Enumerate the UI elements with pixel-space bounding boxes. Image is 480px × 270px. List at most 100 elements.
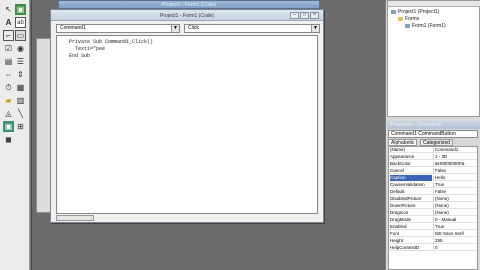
textbox-tool-icon[interactable]: ab bbox=[15, 17, 26, 28]
code-window-title: Project1 - Form1 (Code) bbox=[160, 13, 214, 19]
property-value[interactable]: MS Sans Serif bbox=[433, 231, 477, 237]
property-row[interactable]: Cancel False bbox=[389, 168, 477, 174]
ole-tool-icon[interactable]: ◼ bbox=[3, 134, 14, 145]
pointer-tool-icon[interactable]: ↖ bbox=[3, 4, 14, 15]
chevron-down-icon[interactable]: ▼ bbox=[311, 25, 319, 32]
frame-tool-icon[interactable]: ⌐ bbox=[3, 30, 14, 41]
close-icon[interactable]: × bbox=[310, 12, 319, 19]
property-row[interactable]: CausesValidation True bbox=[389, 182, 477, 188]
shape-tool-icon[interactable]: ◬ bbox=[3, 108, 14, 119]
property-row[interactable]: Height 255 bbox=[389, 238, 477, 244]
tree-item-forms[interactable]: Forms bbox=[398, 16, 419, 22]
property-row[interactable]: Enabled True bbox=[389, 224, 477, 230]
vscrollbar-tool-icon[interactable]: ⇕ bbox=[15, 69, 26, 80]
property-name: Cancel bbox=[390, 168, 405, 173]
property-name: DragMode bbox=[390, 217, 412, 222]
property-name: Appearance bbox=[390, 154, 415, 159]
object-combo[interactable]: Command1 ▼ bbox=[56, 24, 180, 33]
property-value[interactable]: 0 bbox=[433, 245, 477, 251]
property-value[interactable]: (None) bbox=[433, 203, 477, 209]
data-tool-icon[interactable]: ⊞ bbox=[15, 121, 26, 132]
code-window: Project1 - Form1 (Code) – □ × Command1 ▼… bbox=[50, 9, 324, 223]
image-tool-icon[interactable]: ▣ bbox=[3, 121, 14, 132]
procedure-combo-value: Click bbox=[188, 25, 199, 31]
tab-alphabetic[interactable]: Alphabetic bbox=[388, 139, 418, 146]
picturebox-tool-icon[interactable]: ▣ bbox=[15, 4, 26, 15]
tree-label: Project1 (Project1) bbox=[398, 9, 440, 15]
tree-label: Forms bbox=[405, 16, 420, 22]
property-name: CausesValidation bbox=[390, 182, 425, 187]
property-name: DownPicture bbox=[390, 203, 416, 208]
tree-label: Form1 (Form1) bbox=[412, 23, 446, 29]
property-row[interactable]: DragIcon (None) bbox=[389, 210, 477, 216]
hscrollbar-tool-icon[interactable]: ⇔ bbox=[3, 69, 14, 80]
property-value[interactable]: False bbox=[433, 189, 477, 195]
tab-categorized[interactable]: Categorized bbox=[420, 139, 453, 146]
properties-tabs: Alphabetic Categorized bbox=[388, 139, 478, 146]
property-name: DisabledPicture bbox=[390, 196, 422, 201]
property-row[interactable]: BackColor &H8000000F& bbox=[389, 161, 477, 167]
code-line: End Sub bbox=[69, 53, 91, 59]
property-row[interactable]: Font MS Sans Serif bbox=[389, 231, 477, 237]
filelistbox-tool-icon[interactable]: ▥ bbox=[15, 95, 26, 106]
combobox-tool-icon[interactable]: ▤ bbox=[3, 56, 14, 67]
property-value[interactable]: 0 - Manual bbox=[433, 217, 477, 223]
property-name: HelpContextID bbox=[390, 245, 420, 250]
property-row[interactable]: (Name) Command1 bbox=[389, 147, 477, 153]
tree-item-form1[interactable]: Form1 (Form1) bbox=[405, 23, 446, 29]
property-value[interactable]: (None) bbox=[433, 210, 477, 216]
property-name: (Name) bbox=[390, 147, 406, 152]
project-icon bbox=[391, 9, 396, 14]
maximize-icon[interactable]: □ bbox=[300, 12, 309, 19]
label-tool-icon[interactable]: A bbox=[3, 17, 14, 28]
property-name: Height bbox=[390, 238, 404, 243]
commandbutton-tool-icon[interactable]: ▭ bbox=[15, 30, 26, 41]
property-row[interactable]: DownPicture (None) bbox=[389, 203, 477, 209]
property-name: Enabled bbox=[390, 224, 407, 229]
property-value[interactable]: 255 bbox=[433, 238, 477, 244]
property-value[interactable]: True bbox=[433, 182, 477, 188]
property-value[interactable]: (None) bbox=[433, 196, 477, 202]
code-window-titlebar[interactable]: Project1 - Form1 (Code) – □ × bbox=[51, 10, 323, 21]
folder-icon bbox=[398, 16, 403, 21]
horizontal-scrollbar[interactable] bbox=[56, 215, 94, 221]
project-toolbar bbox=[388, 1, 480, 7]
property-row[interactable]: DisabledPicture (None) bbox=[389, 196, 477, 202]
property-value[interactable]: Command1 bbox=[433, 147, 477, 153]
properties-object-combo[interactable]: Command1 CommandButton bbox=[388, 130, 478, 138]
code-editor[interactable]: Private Sub Command1_Click() Text1="pee … bbox=[56, 35, 318, 214]
tree-item-project[interactable]: Project1 (Project1) bbox=[391, 9, 439, 15]
dirlistbox-tool-icon[interactable]: ▰ bbox=[3, 95, 14, 106]
background-form-title: Project1 - Form1 (Code) bbox=[162, 2, 216, 8]
timer-tool-icon[interactable]: ⏱ bbox=[3, 82, 14, 93]
property-value[interactable]: Hello bbox=[433, 175, 477, 181]
property-row[interactable]: Caption Hello bbox=[389, 175, 477, 181]
minimize-icon[interactable]: – bbox=[290, 12, 299, 19]
chevron-down-icon[interactable]: ▼ bbox=[171, 25, 179, 32]
property-value[interactable]: 1 - 3D bbox=[433, 154, 477, 160]
drivelistbox-tool-icon[interactable]: ▦ bbox=[15, 82, 26, 93]
procedure-combo[interactable]: Click ▼ bbox=[184, 24, 320, 33]
project-explorer: Project1 (Project1) Forms Form1 (Form1) bbox=[387, 0, 480, 117]
property-row[interactable]: Default False bbox=[389, 189, 477, 195]
property-name: Font bbox=[390, 231, 400, 236]
object-combo-value: Command1 bbox=[60, 25, 86, 31]
code-line: Text1="pee bbox=[69, 46, 106, 52]
property-name: BackColor bbox=[390, 161, 411, 166]
property-name: Caption bbox=[390, 175, 432, 181]
property-row[interactable]: DragMode 0 - Manual bbox=[389, 217, 477, 223]
background-form-titlebar[interactable]: Project1 - Form1 (Code) bbox=[58, 0, 320, 9]
properties-grid: (Name) Command1 Appearance 1 - 3D BackColor &… bbox=[388, 146, 478, 270]
line-tool-icon[interactable]: ╲ bbox=[15, 108, 26, 119]
property-value[interactable]: True bbox=[433, 224, 477, 230]
property-value[interactable]: False bbox=[433, 168, 477, 174]
property-row[interactable]: HelpContextID 0 bbox=[389, 245, 477, 251]
listbox-tool-icon[interactable]: ☰ bbox=[15, 56, 26, 67]
property-row[interactable]: Appearance 1 - 3D bbox=[389, 154, 477, 160]
code-combos: Command1 ▼ Click ▼ bbox=[56, 24, 320, 33]
property-value[interactable]: &H8000000F& bbox=[433, 161, 477, 167]
toolbox: ↖ ▣ A ab ⌐ ▭ ☑ ◉ ▤ ☰ ⇔ ⇕ ⏱ ▦ ▰ ▥ ◬ ╲ ▣ ⊞… bbox=[0, 0, 30, 270]
properties-title: Properties - Command1 bbox=[387, 121, 480, 129]
checkbox-tool-icon[interactable]: ☑ bbox=[3, 43, 14, 54]
optionbutton-tool-icon[interactable]: ◉ bbox=[15, 43, 26, 54]
